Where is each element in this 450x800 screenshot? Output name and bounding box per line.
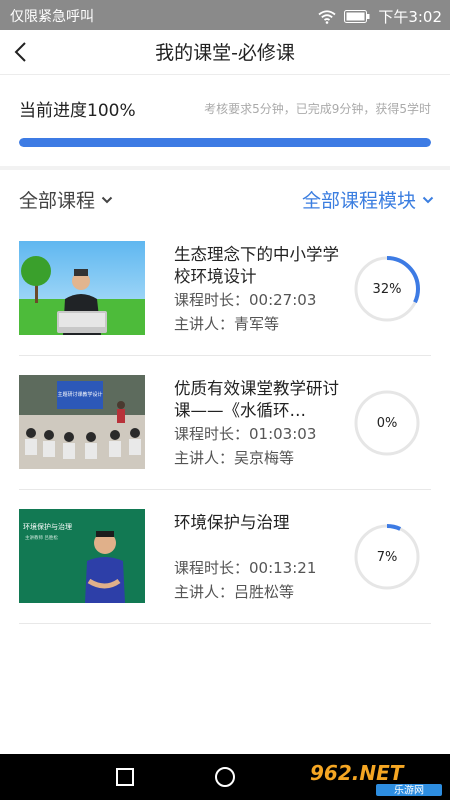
carrier-text: 仅限紧急呼叫 xyxy=(10,9,94,25)
clock-time: 下午3:02 xyxy=(378,8,442,26)
page-title: 我的课堂-必修课 xyxy=(155,42,295,64)
course-item[interactable]: 环境保护与治理 主讲教师 吕胜松 环境保护与治理 课程时长：00:13:21 主… xyxy=(19,490,431,624)
home-icon[interactable] xyxy=(213,765,237,789)
wifi-icon xyxy=(318,9,336,24)
course-info: 优质有效课堂教学研讨课——《水循环… 课程时长：01:03:03 主讲人：吴京梅… xyxy=(174,378,349,470)
course-progress-text: 32% xyxy=(372,281,402,297)
course-title: 优质有效课堂教学研讨课——《水循环… xyxy=(174,379,339,420)
thumb-screen-text: 主题研讨课教学设计 xyxy=(57,391,102,398)
progress-info: 考核要求5分钟，已完成9分钟，获得5学时 xyxy=(204,102,431,116)
course-thumbnail: 环境保护与治理 主讲教师 吕胜松 xyxy=(19,509,145,603)
course-list: 生态理念下的中小学学校环境设计 课程时长：00:27:03 主讲人：青军等 32… xyxy=(19,222,431,624)
course-progress-text: 7% xyxy=(376,549,398,565)
progress-label: 当前进度100% xyxy=(19,101,136,121)
course-progress-text: 0% xyxy=(376,415,398,431)
course-module-label: 全部课程模块 xyxy=(301,190,416,212)
all-courses-label: 全部课程 xyxy=(19,190,96,212)
watermark-main: 962.NET xyxy=(310,761,405,785)
watermark-sub: 乐游网 xyxy=(394,784,424,797)
course-module-dropdown[interactable]: 全部课程模块 xyxy=(302,186,434,213)
course-lecturer: 主讲人：青军等 xyxy=(174,315,280,333)
filter-row: 全部课程 全部课程模块 xyxy=(0,176,450,224)
course-duration: 课程时长：01:03:03 xyxy=(174,425,317,443)
section-divider xyxy=(0,166,450,170)
app-header: 我的课堂-必修课 xyxy=(0,30,450,75)
course-title: 生态理念下的中小学学校环境设计 xyxy=(174,245,339,286)
course-duration: 课程时长：00:27:03 xyxy=(174,291,317,309)
course-lecturer: 主讲人：吕胜松等 xyxy=(174,583,295,601)
thumb-board-subtitle: 主讲教师 吕胜松 xyxy=(25,534,58,541)
course-lecturer: 主讲人：吴京梅等 xyxy=(174,449,295,467)
progress-bar-fill xyxy=(19,138,431,147)
all-courses-dropdown[interactable]: 全部课程 xyxy=(19,186,113,213)
course-info: 环境保护与治理 课程时长：00:13:21 主讲人：吕胜松等 xyxy=(174,512,349,604)
thumb-board-title: 环境保护与治理 xyxy=(23,522,72,531)
course-duration: 课程时长：00:13:21 xyxy=(174,559,317,577)
course-thumbnail xyxy=(19,241,145,335)
progress-section: 当前进度100% 考核要求5分钟，已完成9分钟，获得5学时 xyxy=(0,76,450,166)
watermark-logo: 962.NET 乐游网 xyxy=(310,761,442,797)
chevron-down-icon xyxy=(101,196,113,203)
system-nav-bar: 962.NET 乐游网 xyxy=(0,754,450,800)
progress-bar xyxy=(19,138,431,147)
course-item[interactable]: 主题研讨课教学设计 优质有效课堂教学研讨课——《水循环… 课程时长：01:03:… xyxy=(19,356,431,490)
course-info: 生态理念下的中小学学校环境设计 课程时长：00:27:03 主讲人：青军等 xyxy=(174,244,349,336)
battery-icon xyxy=(344,10,370,23)
course-title: 环境保护与治理 xyxy=(174,513,290,532)
status-icons: 下午3:02 xyxy=(318,6,442,27)
status-bar: 仅限紧急呼叫 下午3:02 xyxy=(0,0,450,30)
chevron-down-icon xyxy=(422,196,434,203)
recent-apps-icon[interactable] xyxy=(113,765,137,789)
course-item[interactable]: 生态理念下的中小学学校环境设计 课程时长：00:27:03 主讲人：青军等 32… xyxy=(19,222,431,356)
course-thumbnail: 主题研讨课教学设计 xyxy=(19,375,145,469)
